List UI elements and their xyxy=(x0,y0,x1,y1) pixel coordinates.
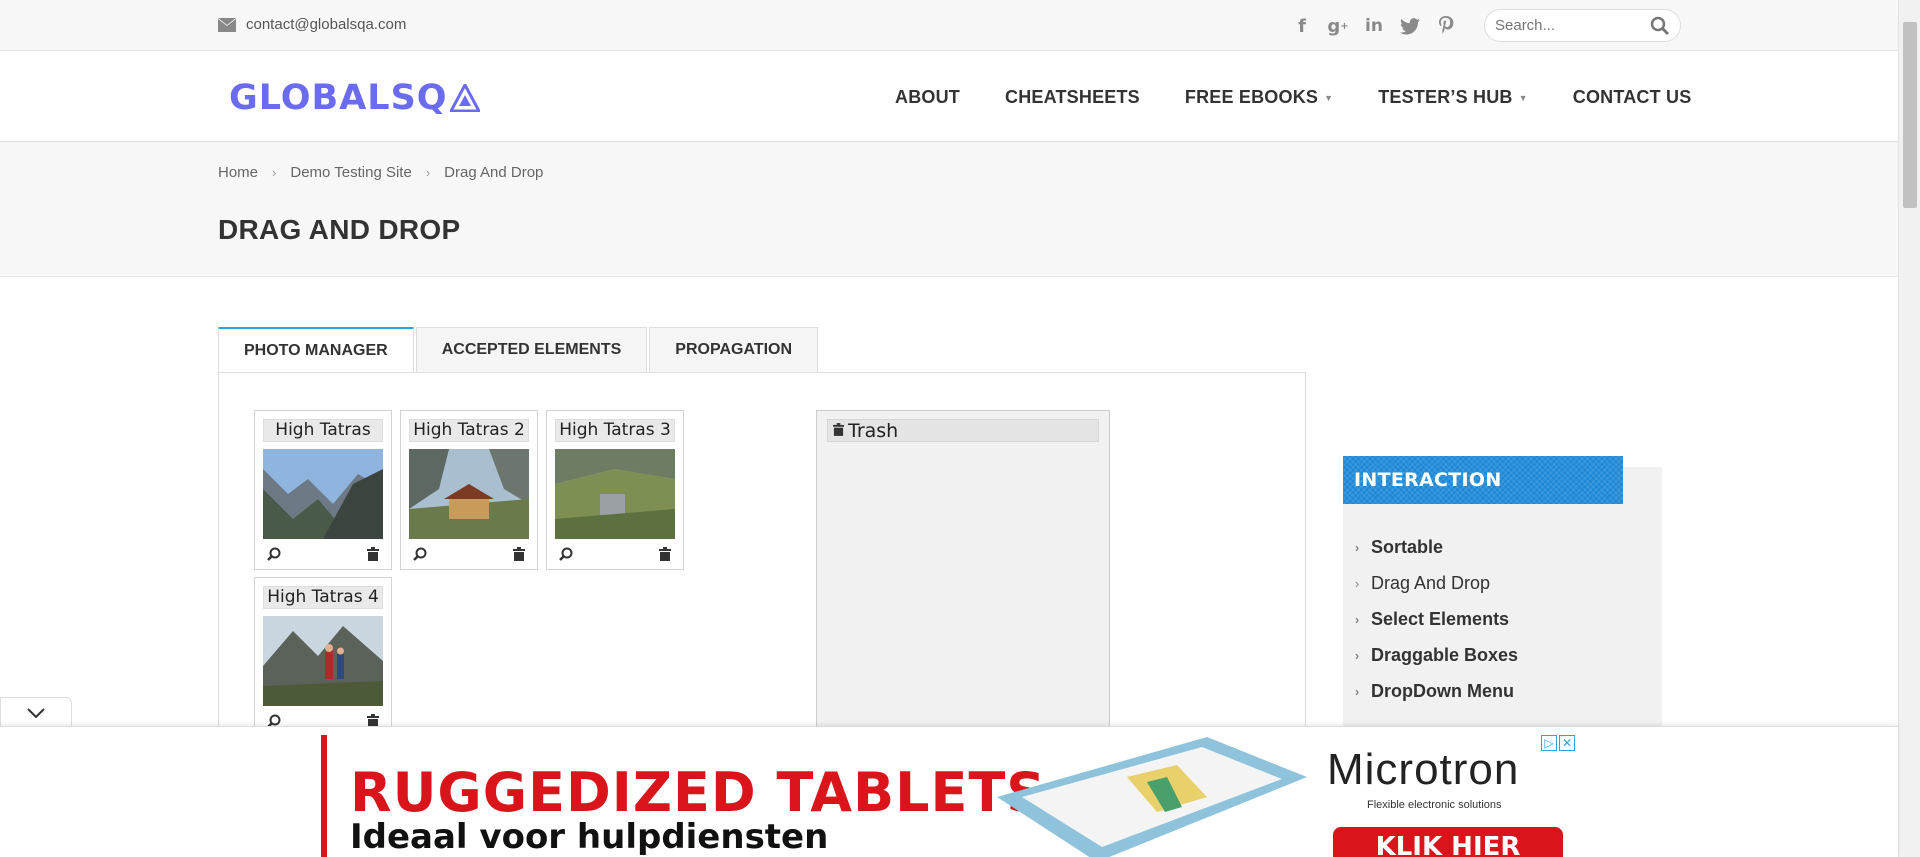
ad-choices: ▷ ✕ xyxy=(1541,735,1575,751)
chevron-right-icon: › xyxy=(1354,611,1360,627)
photo-title: High Tatras 4 xyxy=(263,586,383,609)
site-header: GLOBALSQ ABOUT CHEATSHEETS FREE EBOOKS ▼ … xyxy=(0,51,1898,142)
photo-image xyxy=(409,449,529,539)
photo-title: High Tatras xyxy=(263,419,383,442)
photo-title: High Tatras 3 xyxy=(555,419,675,442)
trash-icon[interactable] xyxy=(659,547,671,561)
gallery-photo[interactable]: High Tatras 3 xyxy=(546,410,684,570)
linkedin-icon[interactable]: in xyxy=(1362,14,1386,38)
ad-headline: RUGGEDIZED TABLETS xyxy=(350,761,1047,824)
nav-label: CONTACT US xyxy=(1572,87,1692,107)
trash-title: Trash xyxy=(848,420,899,442)
ad-cta-button[interactable]: KLIK HIER xyxy=(1333,827,1563,857)
nav-label: TESTER’S HUB xyxy=(1378,87,1513,107)
google-plus-icon[interactable]: g + xyxy=(1326,14,1350,38)
sidebar-item-drag-and-drop[interactable]: › Drag And Drop xyxy=(1343,565,1518,601)
photo-image xyxy=(263,449,383,539)
ad-collapse-button[interactable] xyxy=(0,697,72,727)
mail-icon xyxy=(218,17,236,32)
nav-cheatsheets[interactable]: CHEATSHEETS xyxy=(1005,87,1140,108)
chevron-right-icon: › xyxy=(1354,575,1360,591)
sidebar-item-draggable-boxes[interactable]: › Draggable Boxes xyxy=(1343,637,1518,673)
sidebar-item-dropdown-menu[interactable]: › DropDown Menu xyxy=(1343,673,1518,709)
chevron-down-icon: ▼ xyxy=(1324,92,1334,103)
logo-text: GLOBALSQ xyxy=(229,78,448,118)
nav-label: FREE EBOOKS xyxy=(1184,87,1319,107)
sidebar-item-label: Sortable xyxy=(1371,536,1444,557)
breadcrumb: Home › Demo Testing Site › Drag And Drop xyxy=(218,164,543,181)
chevron-right-icon: › xyxy=(425,165,431,180)
ad-subline: Ideaal voor hulpdiensten xyxy=(350,817,829,857)
tab-bar: PHOTO MANAGER ACCEPTED ELEMENTS PROPAGAT… xyxy=(218,327,820,373)
breadcrumb-current: Drag And Drop xyxy=(444,164,544,181)
photo-image xyxy=(263,616,383,706)
tab-photo-manager[interactable]: PHOTO MANAGER xyxy=(218,327,414,373)
nav-contact-us[interactable]: CONTACT US xyxy=(1573,87,1692,108)
trash-header: Trash xyxy=(827,419,1099,442)
social-links: f g + in xyxy=(1290,14,1458,38)
tab-propagation[interactable]: PROPAGATION xyxy=(649,327,819,373)
title-bar: Home › Demo Testing Site › Drag And Drop… xyxy=(0,142,1898,277)
sidebar-item-label: Select Elements xyxy=(1371,608,1510,629)
logo-triangle-icon xyxy=(449,84,480,112)
nav-label: CHEATSHEETS xyxy=(1005,87,1140,107)
trash-drop-zone[interactable]: Trash xyxy=(816,410,1110,740)
twitter-icon[interactable] xyxy=(1398,14,1422,38)
nav-label: ABOUT xyxy=(895,87,960,107)
trash-icon xyxy=(833,423,844,436)
bottom-ad-bar: RUGGEDIZED TABLETS Ideaal voor hulpdiens… xyxy=(0,726,1898,857)
photo-image xyxy=(555,449,675,539)
photo-title: High Tatras 2 xyxy=(409,419,529,442)
nav-free-ebooks[interactable]: FREE EBOOKS ▼ xyxy=(1185,87,1333,108)
sidebar-item-select-elements[interactable]: › Select Elements xyxy=(1343,601,1518,637)
sidebar-item-label: DropDown Menu xyxy=(1371,680,1514,701)
gallery-photo[interactable]: High Tatras xyxy=(254,410,392,570)
gallery-photo[interactable]: High Tatras 4 xyxy=(254,577,392,737)
ad-tagline: Flexible electronic solutions xyxy=(1367,799,1502,811)
search-icon[interactable] xyxy=(1650,16,1670,36)
breadcrumb-demo-testing-site[interactable]: Demo Testing Site xyxy=(290,164,411,181)
chevron-right-icon: › xyxy=(1354,539,1360,555)
zoom-icon[interactable] xyxy=(267,547,281,561)
top-bar: contact@globalsqa.com f g + in xyxy=(0,0,1898,51)
contact-email[interactable]: contact@globalsqa.com xyxy=(218,16,406,33)
tab-accepted-elements[interactable]: ACCEPTED ELEMENTS xyxy=(415,327,648,373)
email-text: contact@globalsqa.com xyxy=(246,16,407,33)
gallery-photo[interactable]: High Tatras 2 xyxy=(400,410,538,570)
breadcrumb-home[interactable]: Home xyxy=(218,164,258,181)
chevron-down-icon xyxy=(27,707,45,718)
nav-about[interactable]: ABOUT xyxy=(895,87,960,108)
site-logo[interactable]: GLOBALSQ xyxy=(229,78,480,118)
adchoices-icon[interactable]: ▷ xyxy=(1541,735,1557,751)
pinterest-icon[interactable] xyxy=(1434,14,1458,38)
sidebar-item-label: Drag And Drop xyxy=(1371,572,1491,593)
trash-icon[interactable] xyxy=(367,547,379,561)
scrollbar-thumb[interactable] xyxy=(1903,22,1917,208)
zoom-icon[interactable] xyxy=(559,547,573,561)
tab-panel: High Tatras High Tatras 2 High Tatras 3 xyxy=(218,372,1306,740)
sidebar-list: › Sortable › Drag And Drop › Select Element… xyxy=(1343,529,1518,709)
sidebar-item-label: Draggable Boxes xyxy=(1371,644,1519,665)
main-nav: ABOUT CHEATSHEETS FREE EBOOKS ▼ TESTER’S … xyxy=(895,87,1691,108)
nav-testers-hub[interactable]: TESTER’S HUB ▼ xyxy=(1378,87,1528,108)
trash-icon[interactable] xyxy=(513,547,525,561)
zoom-icon[interactable] xyxy=(413,547,427,561)
sidebar-item-sortable[interactable]: › Sortable xyxy=(1343,529,1518,565)
close-icon[interactable]: ✕ xyxy=(1559,735,1575,751)
page-title: DRAG AND DROP xyxy=(218,214,461,245)
sidebar-widget: INTERACTION › Sortable › Drag And Drop › Se… xyxy=(1343,456,1662,727)
ad-banner[interactable]: RUGGEDIZED TABLETS Ideaal voor hulpdiens… xyxy=(321,735,1577,857)
facebook-icon[interactable]: f xyxy=(1290,14,1314,38)
chevron-right-icon: › xyxy=(1354,683,1360,699)
chevron-right-icon: › xyxy=(1354,647,1360,663)
search-input[interactable] xyxy=(1495,17,1645,34)
chevron-right-icon: › xyxy=(272,165,277,180)
chevron-down-icon: ▼ xyxy=(1518,92,1528,103)
ad-brand: Microtron xyxy=(1327,745,1520,794)
widget-title: INTERACTION xyxy=(1343,456,1623,504)
search-box[interactable] xyxy=(1484,9,1681,42)
tablet-image xyxy=(997,737,1307,857)
page-scrollbar[interactable] xyxy=(1898,0,1920,857)
